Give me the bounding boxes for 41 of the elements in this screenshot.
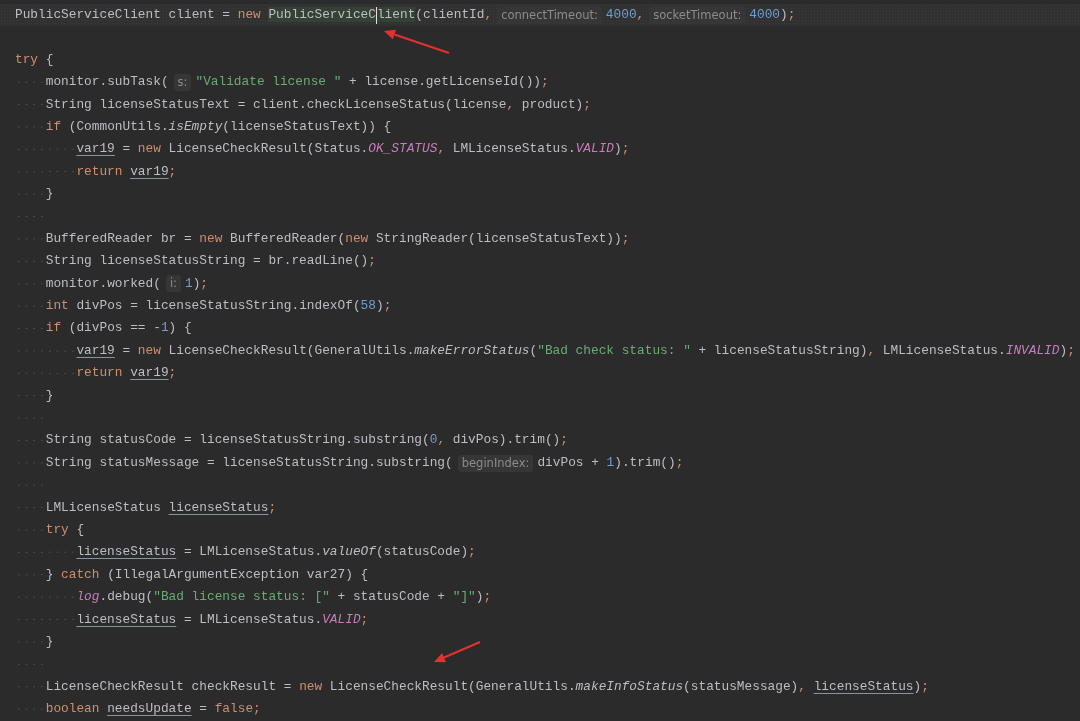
inlay-hint: beginIndex: <box>457 454 534 472</box>
code-text: BufferedReader br = new BufferedReader(new StringReader(licenseStatusText)); <box>45 229 630 248</box>
code-text: try { <box>15 50 54 69</box>
code-text: } <box>45 185 54 204</box>
code-text: String statusMessage = licenseStatusString.substring( <box>45 453 453 472</box>
inlay-hint: socketTimeout: <box>649 6 746 24</box>
code-text: monitor.subTask( <box>45 73 169 92</box>
code-text: if (CommonUtils.isEmpty(licenseStatusText)) { <box>45 117 392 136</box>
inlay-hint: connectTimeout: <box>497 6 602 24</box>
code-text: monitor.worked( <box>45 274 161 293</box>
code-text: divPos + 1).trim(); <box>537 453 684 472</box>
code-text: 4000, <box>605 6 645 24</box>
inlay-hint: s: <box>173 73 192 91</box>
code-text: if (divPos == -1) { <box>45 319 192 338</box>
code-text: boolean needsUpdate = false; <box>45 700 261 719</box>
code-text: int divPos = licenseStatusString.indexOf(58); <box>45 297 392 316</box>
code-text: String statusCode = licenseStatusString.substring(0, divPos).trim(); <box>45 431 568 450</box>
code-text: PublicServiceClient client = new PublicServiceC <box>15 6 376 24</box>
text-cursor <box>375 6 377 24</box>
code-text: } catch (IllegalArgumentException var27) { <box>45 565 369 584</box>
code-text: licenseStatus = LMLicenseStatus.VALID; <box>76 610 369 629</box>
code-text: String licenseStatusString = br.readLine(); <box>45 252 376 271</box>
code-text: lient(clientId, <box>376 6 493 24</box>
inlay-hint: i: <box>165 275 181 293</box>
code-text: } <box>45 386 54 405</box>
code-text: var19 = new LicenseCheckResult(Status.OK_STATUS, LMLicenseStatus.VALID); <box>76 140 630 159</box>
code-text: return var19; <box>76 364 177 383</box>
arrow-annotation <box>434 641 481 663</box>
code-text: 1); <box>185 274 209 293</box>
code-text: LicenseCheckResult checkResult = new LicenseCheckResult(GeneralUtils.makeInfoStatus(statusMessage), licenseStatus); <box>45 677 929 696</box>
arrow-annotation <box>384 29 450 55</box>
code-text: String licenseStatusText = client.checkLicenseStatus(license, product); <box>45 95 591 114</box>
code-text: } <box>45 632 54 651</box>
code-text: "Validate license " + license.getLicenseId()); <box>195 73 549 92</box>
code-text: licenseStatus = LMLicenseStatus.valueOf(statusCode); <box>76 543 476 562</box>
code-text: var19 = new LicenseCheckResult(GeneralUtils.makeErrorStatus("Bad check status: " + licenseStatusString), LMLicenseStatus.INVALID); <box>76 341 1075 360</box>
code-text: LMLicenseStatus licenseStatus; <box>45 498 277 517</box>
code-text: try { <box>45 521 85 539</box>
code-text: log.debug("Bad license status: [" + statusCode + "]"); <box>76 588 492 607</box>
code-text: return var19; <box>76 162 177 181</box>
code-text: 4000); <box>749 6 796 24</box>
